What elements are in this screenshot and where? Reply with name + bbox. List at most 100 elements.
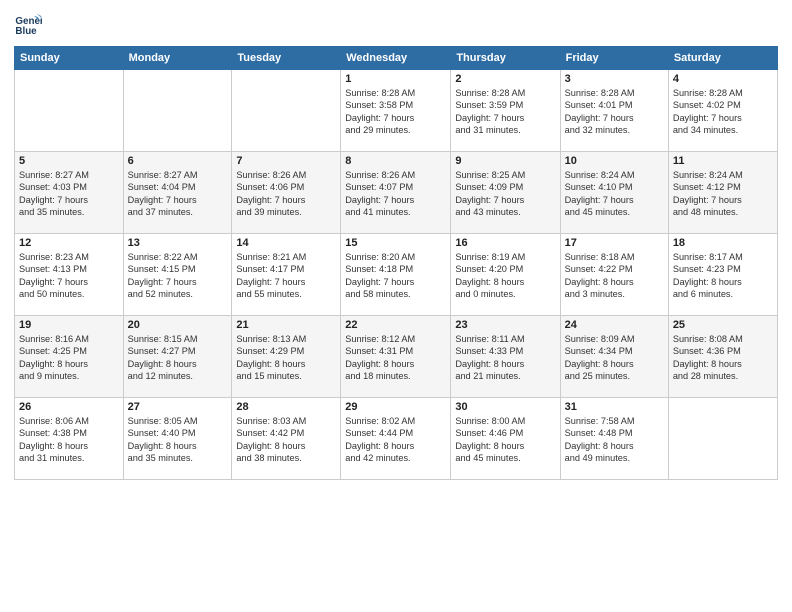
calendar-cell: 26 Sunrise: 8:06 AM Sunset: 4:38 PM Dayli… (15, 398, 124, 480)
calendar-cell: 23Sunrise: 8:11 AM Sunset: 4:33 PM Dayli… (451, 316, 560, 398)
day-info: Sunrise: 8:08 AM Sunset: 4:36 PM Dayligh… (673, 333, 773, 383)
day-number: 3 (565, 73, 664, 85)
day-number: 11 (673, 155, 773, 167)
calendar-table: SundayMondayTuesdayWednesdayThursdayFrid… (14, 46, 778, 480)
day-number: 28 (236, 401, 336, 413)
day-info: Sunrise: 8:05 AM Sunset: 4:40 PM Dayligh… (128, 415, 228, 465)
calendar-cell: 15 Sunrise: 8:20 AM Sunset: 4:18 PM Dayli… (341, 234, 451, 316)
calendar-cell: 14Sunrise: 8:21 AM Sunset: 4:17 PM Dayli… (232, 234, 341, 316)
calendar-cell: 2 Sunrise: 8:28 AM Sunset: 3:59 PM Daylig… (451, 70, 560, 152)
day-number: 23 (455, 319, 555, 331)
day-info: Sunrise: 8:27 AM Sunset: 4:04 PM Dayligh… (128, 169, 228, 219)
calendar-cell: 3 Sunrise: 8:28 AM Sunset: 4:01 PM Daylig… (560, 70, 668, 152)
calendar-cell: 31 Sunrise: 7:58 AM Sunset: 4:48 PM Dayli… (560, 398, 668, 480)
calendar-cell: 25 Sunrise: 8:08 AM Sunset: 4:36 PM Dayli… (668, 316, 777, 398)
day-info: Sunrise: 8:15 AM Sunset: 4:27 PM Dayligh… (128, 333, 228, 383)
day-number: 1 (345, 73, 446, 85)
calendar-week-row: 5 Sunrise: 8:27 AM Sunset: 4:03 PM Daylig… (15, 152, 778, 234)
day-info: Sunrise: 8:26 AM Sunset: 4:06 PM Dayligh… (236, 169, 336, 219)
day-number: 2 (455, 73, 555, 85)
day-info: Sunrise: 8:27 AM Sunset: 4:03 PM Dayligh… (19, 169, 119, 219)
day-info: Sunrise: 8:20 AM Sunset: 4:18 PM Dayligh… (345, 251, 446, 301)
day-info: Sunrise: 8:28 AM Sunset: 3:59 PM Dayligh… (455, 87, 555, 137)
calendar-cell: 29Sunrise: 8:02 AM Sunset: 4:44 PM Dayli… (341, 398, 451, 480)
day-number: 19 (19, 319, 119, 331)
calendar-cell: 30 Sunrise: 8:00 AM Sunset: 4:46 PM Dayli… (451, 398, 560, 480)
calendar-cell: 9 Sunrise: 8:25 AM Sunset: 4:09 PM Daylig… (451, 152, 560, 234)
day-number: 27 (128, 401, 228, 413)
calendar-cell: 7 Sunrise: 8:26 AM Sunset: 4:06 PM Daylig… (232, 152, 341, 234)
day-number: 10 (565, 155, 664, 167)
day-info: Sunrise: 8:00 AM Sunset: 4:46 PM Dayligh… (455, 415, 555, 465)
calendar-cell: 16Sunrise: 8:19 AM Sunset: 4:20 PM Dayli… (451, 234, 560, 316)
page-header: General Blue (14, 10, 778, 38)
logo-icon: General Blue (14, 10, 42, 38)
weekday-header-sunday: Sunday (15, 47, 124, 70)
day-number: 30 (455, 401, 555, 413)
day-info: Sunrise: 8:19 AM Sunset: 4:20 PM Dayligh… (455, 251, 555, 301)
calendar-cell (15, 70, 124, 152)
day-number: 12 (19, 237, 119, 249)
calendar-cell (232, 70, 341, 152)
day-number: 18 (673, 237, 773, 249)
calendar-cell: 5 Sunrise: 8:27 AM Sunset: 4:03 PM Daylig… (15, 152, 124, 234)
calendar-cell: 28Sunrise: 8:03 AM Sunset: 4:42 PM Dayli… (232, 398, 341, 480)
day-info: Sunrise: 8:26 AM Sunset: 4:07 PM Dayligh… (345, 169, 446, 219)
day-info: Sunrise: 8:21 AM Sunset: 4:17 PM Dayligh… (236, 251, 336, 301)
day-number: 17 (565, 237, 664, 249)
calendar-week-row: 26 Sunrise: 8:06 AM Sunset: 4:38 PM Dayli… (15, 398, 778, 480)
day-number: 20 (128, 319, 228, 331)
weekday-header-saturday: Saturday (668, 47, 777, 70)
day-number: 22 (345, 319, 446, 331)
day-number: 4 (673, 73, 773, 85)
weekday-header-monday: Monday (123, 47, 232, 70)
calendar-cell: 10Sunrise: 8:24 AM Sunset: 4:10 PM Dayli… (560, 152, 668, 234)
day-info: Sunrise: 8:28 AM Sunset: 3:58 PM Dayligh… (345, 87, 446, 137)
calendar-week-row: 12Sunrise: 8:23 AM Sunset: 4:13 PM Dayli… (15, 234, 778, 316)
day-info: Sunrise: 8:28 AM Sunset: 4:01 PM Dayligh… (565, 87, 664, 137)
calendar-cell: 6 Sunrise: 8:27 AM Sunset: 4:04 PM Daylig… (123, 152, 232, 234)
day-number: 9 (455, 155, 555, 167)
calendar-cell: 21Sunrise: 8:13 AM Sunset: 4:29 PM Dayli… (232, 316, 341, 398)
day-number: 29 (345, 401, 446, 413)
calendar-cell: 1 Sunrise: 8:28 AM Sunset: 3:58 PM Daylig… (341, 70, 451, 152)
weekday-header-thursday: Thursday (451, 47, 560, 70)
day-number: 7 (236, 155, 336, 167)
calendar-cell: 22 Sunrise: 8:12 AM Sunset: 4:31 PM Dayli… (341, 316, 451, 398)
day-number: 13 (128, 237, 228, 249)
page-container: General Blue SundayMondayTuesdayWednesda… (0, 0, 792, 490)
day-number: 21 (236, 319, 336, 331)
day-number: 26 (19, 401, 119, 413)
day-info: Sunrise: 8:25 AM Sunset: 4:09 PM Dayligh… (455, 169, 555, 219)
calendar-cell: 17Sunrise: 8:18 AM Sunset: 4:22 PM Dayli… (560, 234, 668, 316)
day-number: 8 (345, 155, 446, 167)
weekday-header-tuesday: Tuesday (232, 47, 341, 70)
calendar-cell: 24 Sunrise: 8:09 AM Sunset: 4:34 PM Dayli… (560, 316, 668, 398)
calendar-cell (668, 398, 777, 480)
calendar-cell: 19 Sunrise: 8:16 AM Sunset: 4:25 PM Dayli… (15, 316, 124, 398)
weekday-header-wednesday: Wednesday (341, 47, 451, 70)
calendar-cell (123, 70, 232, 152)
calendar-cell: 13Sunrise: 8:22 AM Sunset: 4:15 PM Dayli… (123, 234, 232, 316)
day-info: Sunrise: 8:17 AM Sunset: 4:23 PM Dayligh… (673, 251, 773, 301)
day-number: 24 (565, 319, 664, 331)
day-number: 25 (673, 319, 773, 331)
calendar-cell: 20 Sunrise: 8:15 AM Sunset: 4:27 PM Dayli… (123, 316, 232, 398)
day-info: Sunrise: 8:16 AM Sunset: 4:25 PM Dayligh… (19, 333, 119, 383)
calendar-cell: 27 Sunrise: 8:05 AM Sunset: 4:40 PM Dayli… (123, 398, 232, 480)
day-info: Sunrise: 8:12 AM Sunset: 4:31 PM Dayligh… (345, 333, 446, 383)
day-number: 31 (565, 401, 664, 413)
calendar-week-row: 1 Sunrise: 8:28 AM Sunset: 3:58 PM Daylig… (15, 70, 778, 152)
day-number: 5 (19, 155, 119, 167)
day-info: Sunrise: 8:24 AM Sunset: 4:12 PM Dayligh… (673, 169, 773, 219)
calendar-cell: 8 Sunrise: 8:26 AM Sunset: 4:07 PM Daylig… (341, 152, 451, 234)
calendar-week-row: 19 Sunrise: 8:16 AM Sunset: 4:25 PM Dayli… (15, 316, 778, 398)
day-info: Sunrise: 8:09 AM Sunset: 4:34 PM Dayligh… (565, 333, 664, 383)
day-number: 6 (128, 155, 228, 167)
day-info: Sunrise: 8:06 AM Sunset: 4:38 PM Dayligh… (19, 415, 119, 465)
day-info: Sunrise: 7:58 AM Sunset: 4:48 PM Dayligh… (565, 415, 664, 465)
day-number: 15 (345, 237, 446, 249)
svg-text:Blue: Blue (15, 26, 37, 37)
day-info: Sunrise: 8:28 AM Sunset: 4:02 PM Dayligh… (673, 87, 773, 137)
weekday-header-friday: Friday (560, 47, 668, 70)
